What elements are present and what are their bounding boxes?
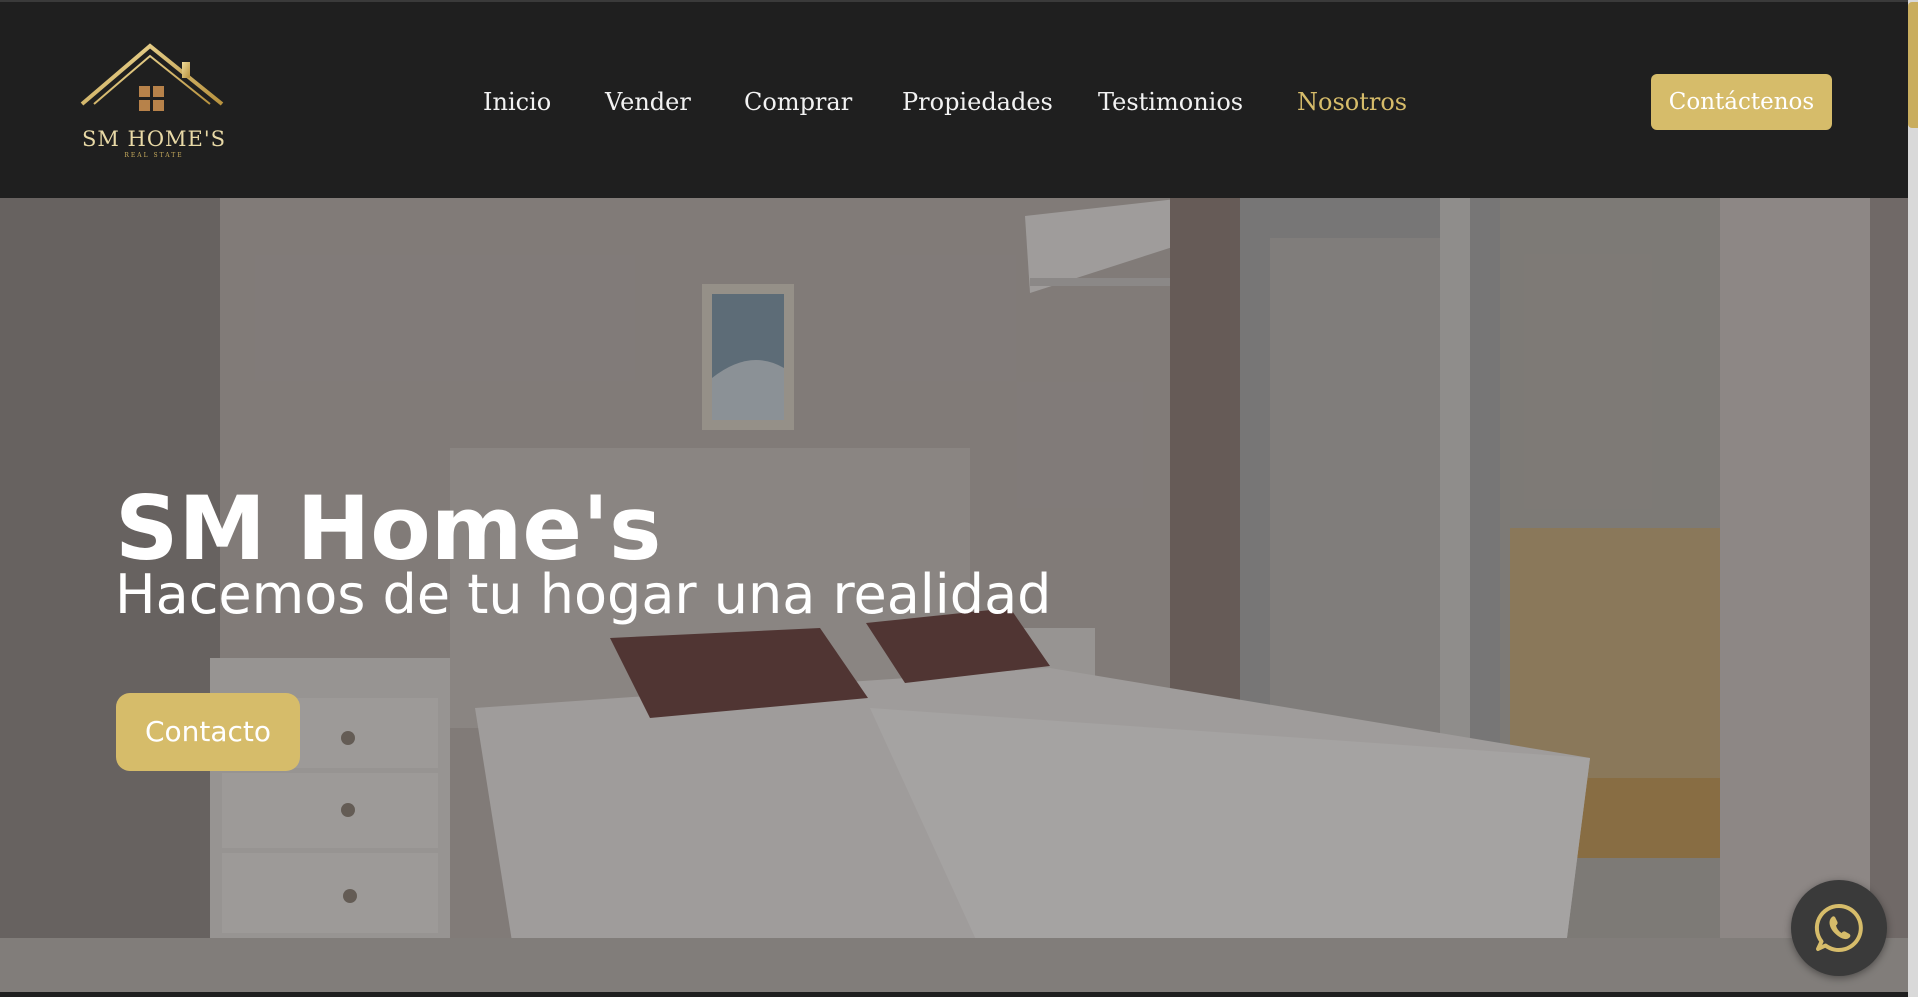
hero-subtitle: Hacemos de tu hogar una realidad (115, 563, 1052, 626)
nav-item-inicio[interactable]: Inicio (483, 84, 551, 120)
main-nav: Inicio Vender Comprar Propiedades Testim… (0, 84, 1908, 120)
bottom-edge (0, 992, 1908, 997)
nav-item-comprar[interactable]: Comprar (744, 84, 852, 120)
nav-item-nosotros[interactable]: Nosotros (1297, 84, 1407, 120)
scrollbar-thumb[interactable] (1908, 2, 1918, 128)
whatsapp-button[interactable] (1791, 880, 1887, 976)
whatsapp-icon (1814, 903, 1863, 952)
hero-contact-button[interactable]: Contacto (116, 693, 300, 771)
nav-item-vender[interactable]: Vender (605, 84, 691, 120)
nav-item-propiedades[interactable]: Propiedades (902, 84, 1053, 120)
brand-tagline: REAL STATE (124, 152, 184, 159)
scrollbar-track[interactable] (1908, 0, 1918, 997)
page: SM HOME'S REAL STATE Inicio Vender Compr… (0, 0, 1918, 997)
nav-item-testimonios[interactable]: Testimonios (1098, 84, 1243, 120)
contact-cta-button[interactable]: Contáctenos (1651, 74, 1832, 130)
brand-name: SM HOME'S (81, 127, 227, 151)
site-header: SM HOME'S REAL STATE Inicio Vender Compr… (0, 0, 1908, 198)
